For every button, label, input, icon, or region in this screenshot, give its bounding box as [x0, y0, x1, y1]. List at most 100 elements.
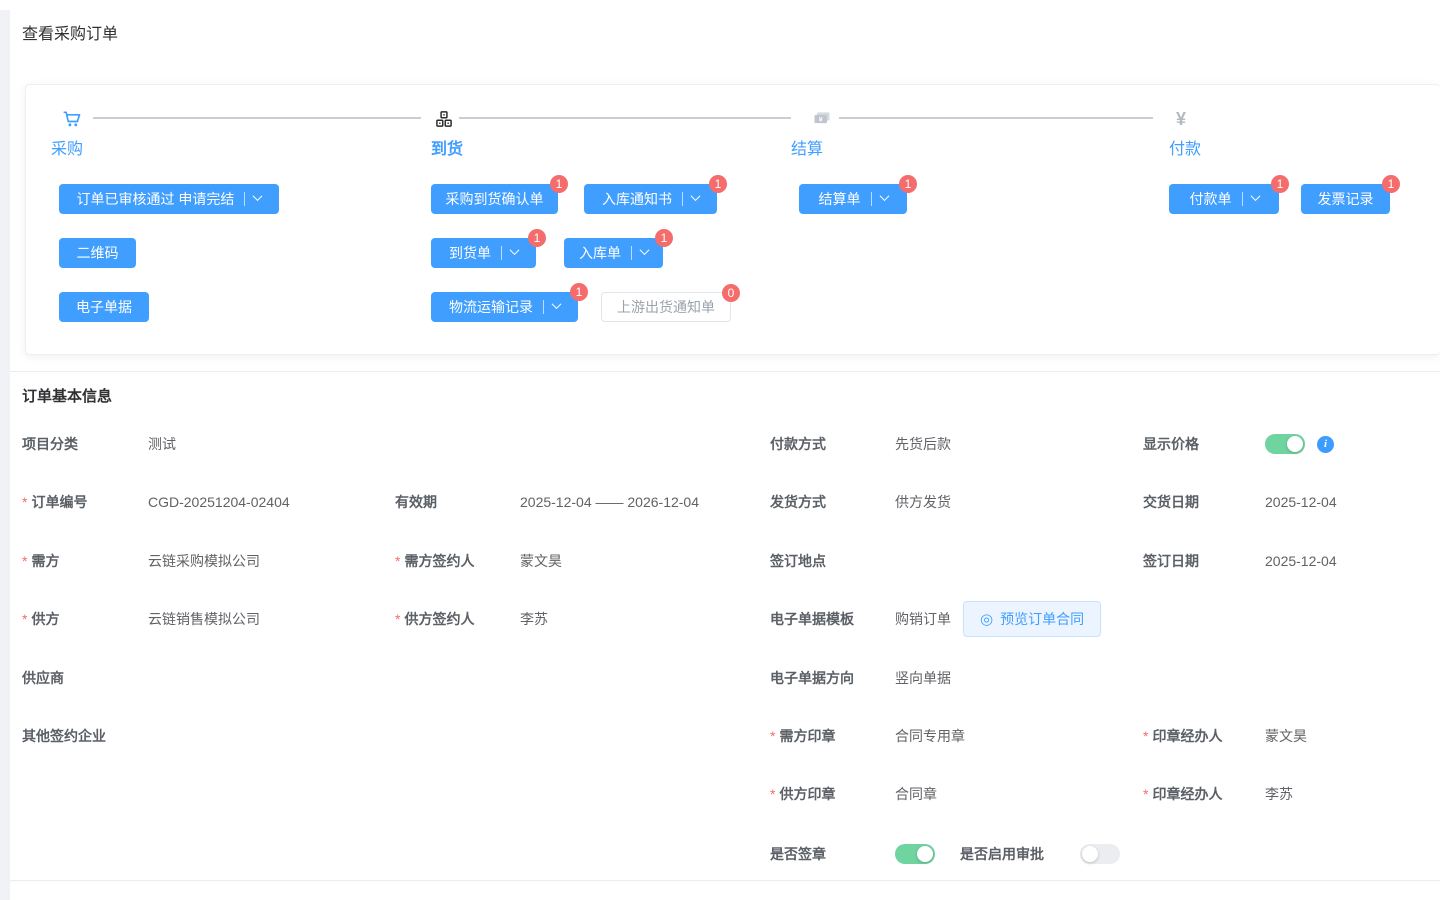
- field-buyer-seal: *需方印章 合同专用章: [770, 725, 965, 747]
- count-badge: 1: [570, 283, 588, 301]
- field-label: *印章经办人: [1143, 726, 1265, 746]
- field-label: 电子单据方向: [770, 668, 895, 688]
- settlement-button[interactable]: 结算单 1: [799, 184, 907, 214]
- chevron-down-icon: [1250, 191, 1260, 201]
- field-label: *供方: [22, 609, 148, 629]
- stage-connector: [839, 117, 1153, 119]
- preview-contract-button[interactable]: ◎ 预览订单合同: [963, 601, 1101, 637]
- button-label: 电子单据: [76, 297, 132, 317]
- field-vendor: 供应商: [22, 667, 148, 689]
- field-value: 云链采购模拟公司: [148, 551, 260, 571]
- invoice-record-button[interactable]: 发票记录 1: [1301, 184, 1390, 214]
- field-edoc-direction: 电子单据方向 竖向单据: [770, 667, 951, 689]
- field-value: 购销订单: [895, 609, 951, 629]
- button-label: 物流运输记录: [449, 297, 533, 317]
- field-label: 签订日期: [1143, 551, 1265, 571]
- field-payment-method: 付款方式 先货后款: [770, 433, 951, 455]
- stage-label-procurement: 采购: [51, 135, 83, 159]
- chevron-down-icon: [879, 191, 889, 201]
- field-label: 项目分类: [22, 434, 148, 454]
- field-label: *供方印章: [770, 784, 895, 804]
- upstream-shipment-notice-button[interactable]: 上游出货通知单 0: [601, 292, 731, 322]
- cart-icon: [62, 109, 82, 134]
- divider: [501, 246, 502, 260]
- arrival-note-button[interactable]: 到货单 1: [431, 238, 536, 268]
- boxes-icon: [434, 109, 454, 134]
- divider: [871, 192, 872, 206]
- divider: [543, 300, 544, 314]
- chevron-down-icon: [640, 245, 650, 255]
- field-label: *订单编号: [22, 492, 148, 512]
- field-label: 电子单据模板: [770, 609, 895, 629]
- sign-seal-toggle[interactable]: [895, 844, 935, 864]
- field-buyer-seal-agent: *印章经办人 蒙文昊: [1143, 725, 1307, 747]
- field-supplier-signer: *供方签约人 李苏: [395, 608, 548, 630]
- order-status-button[interactable]: 订单已审核通过 申请完结: [59, 184, 279, 214]
- field-label: 交货日期: [1143, 492, 1265, 512]
- field-label: *印章经办人: [1143, 784, 1265, 804]
- button-label: 付款单: [1190, 189, 1232, 209]
- field-sign-place: 签订地点: [770, 550, 895, 572]
- field-value: 2025-12-04: [1265, 494, 1337, 510]
- chevron-down-icon: [510, 245, 520, 255]
- inbound-notice-button[interactable]: 入库通知书 1: [584, 184, 717, 214]
- count-badge: 0: [722, 284, 740, 302]
- qrcode-button[interactable]: 二维码: [59, 238, 136, 268]
- field-supplier-party: *供方 云链销售模拟公司: [22, 608, 260, 630]
- divider: [631, 246, 632, 260]
- field-label: 显示价格: [1143, 434, 1265, 454]
- inbound-note-button[interactable]: 入库单 1: [564, 238, 663, 268]
- field-label: 付款方式: [770, 434, 895, 454]
- field-value: 合同专用章: [895, 726, 965, 746]
- field-buyer: *需方 云链采购模拟公司: [22, 550, 260, 572]
- field-value: 合同章: [895, 784, 937, 804]
- edoc-button[interactable]: 电子单据: [59, 292, 149, 322]
- field-value: 供方发货: [895, 492, 951, 512]
- page-title: 查看采购订单: [22, 20, 118, 44]
- field-edoc-template: 电子单据模板 购销订单 ◎ 预览订单合同: [770, 608, 1101, 630]
- next-card-edge: [10, 880, 1440, 881]
- svg-text:¥: ¥: [819, 117, 823, 124]
- count-badge: 1: [709, 175, 727, 193]
- button-label: 订单已审核通过 申请完结: [77, 189, 235, 209]
- info-icon[interactable]: i: [1317, 436, 1334, 453]
- show-price-toggle[interactable]: [1265, 434, 1305, 454]
- divider: [682, 192, 683, 206]
- field-delivery-method: 发货方式 供方发货: [770, 491, 951, 513]
- field-label: 有效期: [395, 492, 520, 512]
- divider: [244, 192, 245, 206]
- button-label: 发票记录: [1318, 189, 1374, 209]
- banknote-icon: ¥: [812, 109, 832, 134]
- arrival-confirm-button[interactable]: 采购到货确认单 1: [431, 184, 558, 214]
- field-value: 李苏: [1265, 784, 1293, 804]
- button-label: 上游出货通知单: [617, 297, 715, 317]
- field-label: *需方: [22, 551, 148, 571]
- field-supplier-seal: *供方印章 合同章: [770, 783, 937, 805]
- count-badge: 1: [899, 175, 917, 193]
- yen-icon: ¥: [1176, 109, 1186, 129]
- count-badge: 1: [655, 229, 673, 247]
- field-value: CGD-20251204-02404: [148, 494, 290, 510]
- divider: [1242, 192, 1243, 206]
- button-label: 采购到货确认单: [446, 189, 544, 209]
- stage-label-payment: 付款: [1169, 135, 1201, 159]
- field-show-price: 显示价格 i: [1143, 433, 1334, 455]
- field-label: 供应商: [22, 668, 148, 688]
- eye-icon: ◎: [980, 612, 993, 627]
- logistics-record-button[interactable]: 物流运输记录 1: [431, 292, 578, 322]
- field-project-category: 项目分类 测试: [22, 433, 176, 455]
- payment-button[interactable]: 付款单 1: [1169, 184, 1279, 214]
- count-badge: 1: [1382, 175, 1400, 193]
- field-value: 李苏: [520, 609, 548, 629]
- approval-toggle[interactable]: [1080, 844, 1120, 864]
- field-label: 发货方式: [770, 492, 895, 512]
- field-label: *需方签约人: [395, 551, 520, 571]
- field-value: 2025-12-04 —— 2026-12-04: [520, 494, 699, 510]
- button-label: 到货单: [449, 243, 491, 263]
- button-label: 入库通知书: [602, 189, 672, 209]
- field-value: 竖向单据: [895, 668, 951, 688]
- field-value: 蒙文昊: [1265, 726, 1307, 746]
- field-sign-date: 签订日期 2025-12-04: [1143, 550, 1337, 572]
- chevron-down-icon: [253, 191, 263, 201]
- field-approval: 是否启用审批: [960, 843, 1120, 865]
